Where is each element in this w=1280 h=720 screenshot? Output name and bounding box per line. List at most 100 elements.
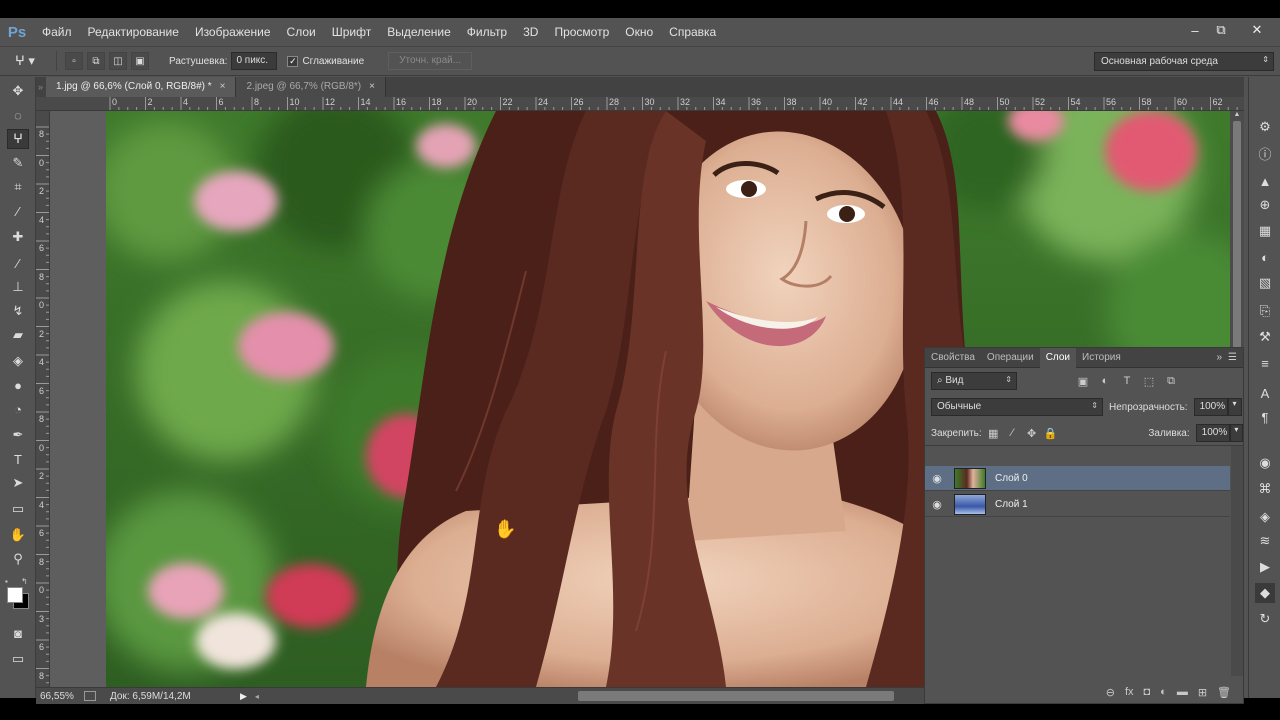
- swatches-icon[interactable]: ▦: [1255, 221, 1275, 241]
- lock-all-icon[interactable]: 🔒: [1043, 425, 1058, 441]
- adjustment-filter-icon[interactable]: ◐: [1097, 373, 1113, 389]
- eyedropper-tool-icon[interactable]: ⁄: [7, 201, 29, 221]
- lock-position-icon[interactable]: ✥: [1024, 425, 1039, 441]
- lock-brush-icon[interactable]: ∕: [1005, 425, 1020, 441]
- menu-help[interactable]: Справка: [661, 18, 724, 46]
- restore-button[interactable]: ⧉: [1208, 18, 1234, 42]
- paint-bucket-tool-icon[interactable]: ◈: [7, 351, 29, 371]
- blend-mode-select[interactable]: Обычные ⇕: [931, 398, 1103, 416]
- fill-dropdown-icon[interactable]: ▾: [1229, 424, 1244, 442]
- crop-tool-icon[interactable]: ⌗: [7, 177, 29, 197]
- rectangle-tool-icon[interactable]: ▭: [7, 499, 29, 519]
- navigator-icon[interactable]: ⊕: [1255, 195, 1275, 215]
- paragraph-icon[interactable]: ¶: [1255, 407, 1275, 427]
- status-menu-arrow-icon[interactable]: ▶: [240, 691, 247, 702]
- layer-name[interactable]: Слой 0: [995, 473, 1028, 484]
- collapse-icon[interactable]: »: [36, 77, 46, 97]
- scroll-left-icon[interactable]: ◂: [255, 692, 259, 701]
- lasso-tool-icon[interactable]: ⵖ: [7, 129, 29, 149]
- default-colors-icon[interactable]: ▪: [5, 577, 8, 586]
- zoom-tool-icon[interactable]: ⚲: [7, 549, 29, 569]
- pen-tool-icon[interactable]: ✒: [7, 425, 29, 445]
- intersect-selection-icon[interactable]: ▣: [131, 52, 149, 70]
- eye-icon[interactable]: ◉: [925, 472, 949, 485]
- channels-icon[interactable]: ◈: [1255, 507, 1275, 527]
- feather-input[interactable]: 0 пикс.: [231, 52, 278, 70]
- smart-object-filter-icon[interactable]: ⧉: [1163, 373, 1179, 389]
- quick-mask-icon[interactable]: ◙: [7, 623, 29, 643]
- dock-collapse-icon[interactable]: ⚙: [1255, 117, 1275, 137]
- brush-panel-icon[interactable]: ⚒: [1255, 327, 1275, 347]
- add-selection-icon[interactable]: ⧉: [87, 52, 105, 70]
- type-filter-icon[interactable]: T: [1119, 373, 1135, 389]
- history-icon[interactable]: ↻: [1255, 609, 1275, 629]
- type-tool-icon[interactable]: T: [7, 449, 29, 469]
- tab-actions[interactable]: Операции: [981, 348, 1040, 368]
- tab-document-2[interactable]: 2.jpeg @ 66,7% (RGB/8*) ×: [236, 77, 386, 97]
- opacity-input[interactable]: 100%: [1193, 398, 1228, 416]
- panel-collapse-icon[interactable]: »: [1216, 352, 1222, 363]
- screen-mode-icon[interactable]: ▭: [7, 649, 29, 669]
- new-group-icon[interactable]: ▬: [1177, 686, 1188, 698]
- hand-tool-icon[interactable]: ✋: [7, 525, 29, 545]
- zoom-level[interactable]: 66,55%: [40, 691, 84, 702]
- layer-kind-filter[interactable]: ⌕ Вид ⇕: [931, 372, 1017, 390]
- healing-tool-icon[interactable]: ✚: [7, 227, 29, 247]
- menu-filter[interactable]: Фильтр: [459, 18, 515, 46]
- eye-icon[interactable]: ◉: [925, 498, 949, 511]
- tab-document-1[interactable]: 1.jpg @ 66,6% (Слой 0, RGB/8#) * ×: [46, 77, 237, 97]
- clone-stamp-tool-icon[interactable]: ⊥: [7, 277, 29, 297]
- lasso-tool-preset-icon[interactable]: ⵖ ▾: [0, 53, 50, 69]
- histogram-icon[interactable]: ▲: [1255, 171, 1275, 191]
- antialias-checkbox[interactable]: ✓: [287, 55, 299, 67]
- paths-icon[interactable]: ≋: [1255, 531, 1275, 551]
- tab-history[interactable]: История: [1076, 348, 1127, 368]
- clone-source-icon[interactable]: ⎘: [1255, 301, 1275, 321]
- brush-tool-icon[interactable]: ∕: [7, 253, 29, 273]
- layer-row[interactable]: ◉ Слой 0: [925, 466, 1230, 491]
- add-mask-icon[interactable]: ◘: [1144, 686, 1151, 698]
- menu-3d[interactable]: 3D: [515, 18, 546, 46]
- subtract-selection-icon[interactable]: ◫: [109, 52, 127, 70]
- menu-window[interactable]: Окно: [617, 18, 661, 46]
- actions-play-icon[interactable]: ▶: [1255, 557, 1275, 577]
- close-tab-icon[interactable]: ×: [369, 77, 375, 97]
- menu-view[interactable]: Просмотр: [546, 18, 617, 46]
- horizontal-scroll-thumb[interactable]: [578, 691, 894, 701]
- color-swatches[interactable]: ▪ ↰: [5, 577, 31, 609]
- menu-image[interactable]: Изображение: [187, 18, 279, 46]
- menu-select[interactable]: Выделение: [379, 18, 459, 46]
- menu-type[interactable]: Шрифт: [324, 18, 379, 46]
- blur-tool-icon[interactable]: ●: [7, 375, 29, 395]
- menu-edit[interactable]: Редактирование: [80, 18, 187, 46]
- layer-row[interactable]: ◉ Слой 1: [925, 492, 1230, 517]
- fill-input[interactable]: 100%: [1195, 424, 1230, 442]
- menu-layers[interactable]: Слои: [279, 18, 324, 46]
- swap-colors-icon[interactable]: ↰: [21, 577, 28, 586]
- marquee-tool-icon[interactable]: ◌: [7, 105, 29, 125]
- path-select-tool-icon[interactable]: ➤: [7, 473, 29, 493]
- foreground-color-swatch[interactable]: [7, 587, 23, 603]
- color-wheel-icon[interactable]: ◐: [1255, 247, 1275, 267]
- new-layer-icon[interactable]: ⊞: [1198, 686, 1207, 699]
- new-adjustment-icon[interactable]: ◐: [1160, 686, 1167, 698]
- scroll-up-icon[interactable]: ▲: [1230, 111, 1244, 119]
- panel-menu-icon[interactable]: ☰: [1228, 352, 1237, 363]
- new-selection-icon[interactable]: ▫: [65, 52, 83, 70]
- dodge-tool-icon[interactable]: ◔: [7, 399, 29, 419]
- layer-name[interactable]: Слой 1: [995, 499, 1028, 510]
- history-brush-tool-icon[interactable]: ↯: [7, 301, 29, 321]
- delete-layer-icon[interactable]: 🗑: [1217, 686, 1231, 699]
- menu-file[interactable]: Файл: [34, 18, 80, 46]
- adjustments-icon[interactable]: ≡: [1255, 353, 1275, 373]
- close-tab-icon[interactable]: ×: [220, 77, 226, 97]
- workspace-select[interactable]: Основная рабочая среда ⇕: [1094, 52, 1274, 71]
- minimize-button[interactable]: –: [1182, 18, 1208, 42]
- info-icon[interactable]: ⓘ: [1255, 143, 1275, 163]
- character-icon[interactable]: A: [1255, 383, 1275, 403]
- tab-properties[interactable]: Свойства: [925, 348, 981, 368]
- eraser-tool-icon[interactable]: ▰: [7, 325, 29, 345]
- styles-icon[interactable]: ▧: [1255, 273, 1275, 293]
- close-window-button[interactable]: ✕: [1244, 18, 1270, 42]
- link-layers-icon[interactable]: ⊖: [1106, 686, 1115, 699]
